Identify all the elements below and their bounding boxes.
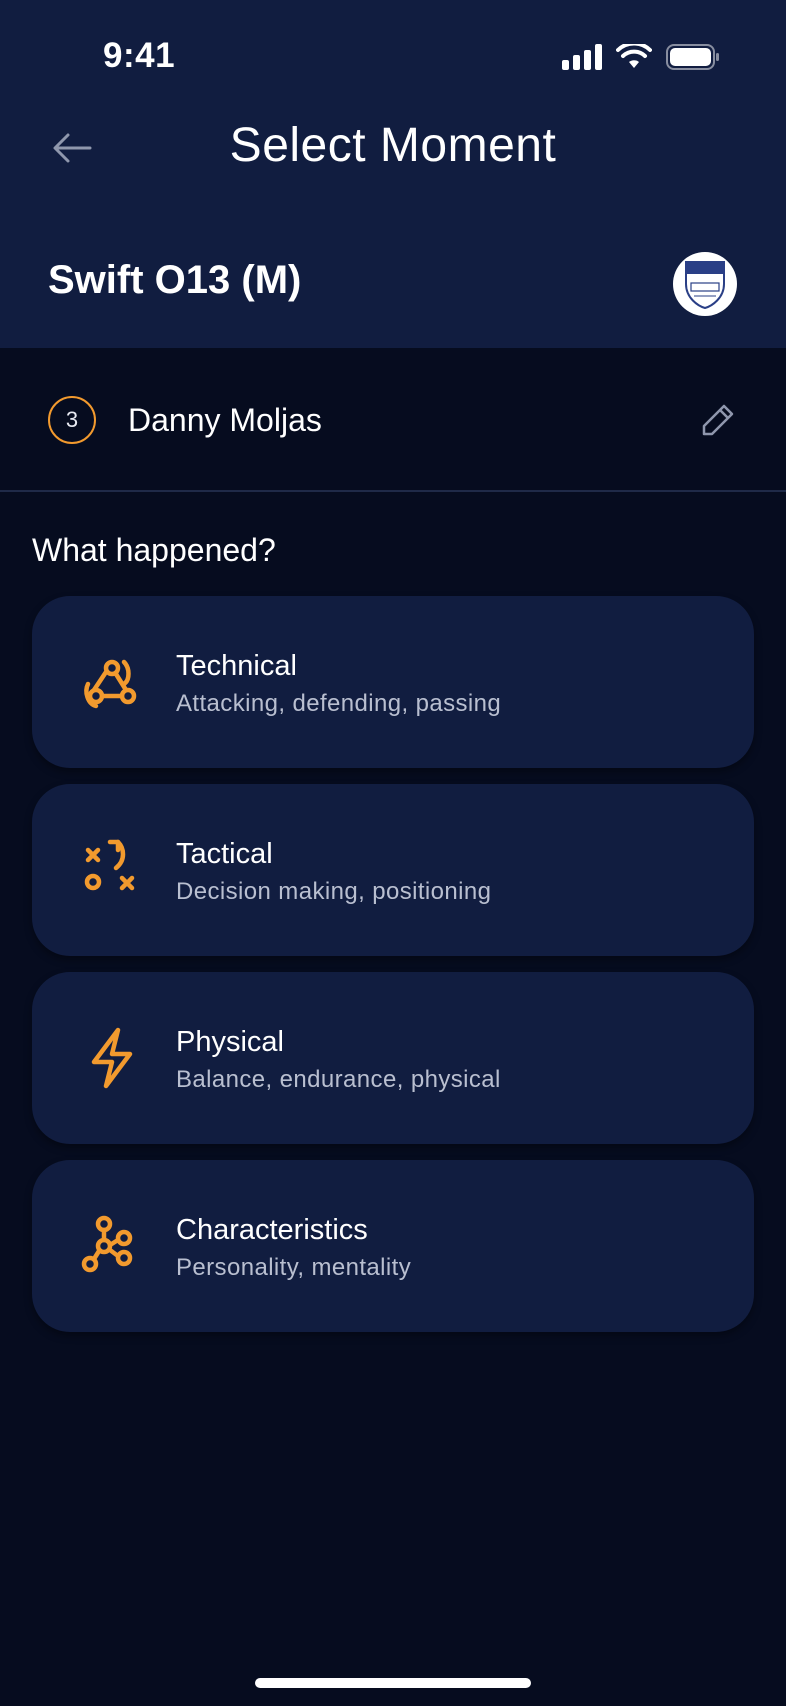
- category-subtitle: Decision making, positioning: [176, 878, 492, 905]
- cellular-signal-icon: [562, 44, 602, 70]
- webhook-icon: [84, 659, 137, 709]
- category-subtitle: Personality, mentality: [176, 1254, 412, 1281]
- page-title: Select Moment: [229, 119, 557, 172]
- battery-icon: [666, 44, 719, 70]
- club-crest-icon: [685, 261, 725, 310]
- category-card-tactical[interactable]: Tactical Decision making, positioning: [32, 784, 754, 956]
- edit-player-button[interactable]: [696, 398, 740, 442]
- team-name: Swift O13 (M): [48, 258, 302, 302]
- status-icons: [562, 44, 720, 70]
- category-title: Physical: [176, 1026, 284, 1058]
- category-list: Technical Attacking, defending, passing …: [32, 596, 754, 1348]
- wifi-icon: [616, 44, 652, 68]
- player-name: Danny Moljas: [128, 402, 322, 438]
- category-subtitle: Balance, endurance, physical: [176, 1066, 501, 1093]
- tactics-icon: [84, 839, 135, 891]
- category-card-technical[interactable]: Technical Attacking, defending, passing: [32, 596, 754, 768]
- player-row: 3 Danny Moljas: [0, 348, 786, 492]
- category-card-physical[interactable]: Physical Balance, endurance, physical: [32, 972, 754, 1144]
- question-heading: What happened?: [32, 532, 276, 568]
- header: 9:41 Select Moment Swift O13 (M): [0, 0, 786, 348]
- home-indicator: [255, 1678, 531, 1688]
- category-card-characteristics[interactable]: Characteristics Personality, mentality: [32, 1160, 754, 1332]
- player-number-badge: 3: [48, 396, 96, 444]
- pencil-icon: [702, 404, 734, 436]
- network-icon: [81, 1215, 133, 1273]
- club-logo[interactable]: [673, 252, 737, 316]
- category-title: Tactical: [176, 838, 273, 870]
- lightning-icon: [91, 1027, 133, 1089]
- category-subtitle: Attacking, defending, passing: [176, 690, 502, 717]
- status-time: 9:41: [103, 36, 176, 75]
- category-title: Technical: [176, 650, 297, 682]
- category-title: Characteristics: [176, 1214, 368, 1246]
